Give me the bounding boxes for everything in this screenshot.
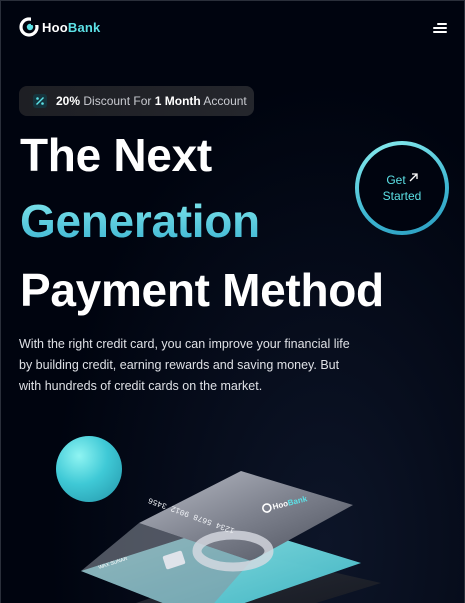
get-started-inner: Get Started [359,145,445,231]
credit-cards-illustration: 1234 5678 9012 3456 WAX SUNAR HooBank [81,471,381,603]
logo-text: HooBank [42,20,100,35]
discount-icon [33,94,47,108]
hoobank-logo-icon [19,17,39,37]
discount-duration: 1 Month [154,94,201,108]
discount-percent: 20% [56,94,81,108]
get-started-label-line2: Started [382,189,422,203]
hero-title-line1: The Next [20,129,212,181]
hamburger-menu-icon[interactable] [433,23,447,35]
discount-badge: 20% Discount For 1 Month Account [19,86,254,116]
arrow-up-right-icon [409,173,418,182]
discount-text-mid: Discount For [80,94,155,108]
hero-description: With the right credit card, you can impr… [19,337,350,393]
hero-title-line2: Generation [20,195,260,247]
logo[interactable]: HooBank [19,17,100,37]
logo-text-hoo: Hoo [42,19,68,35]
logo-text-bank: Bank [67,19,101,35]
get-started-button[interactable]: Get Started [355,141,449,235]
hero-title-line3: Payment Method [20,264,384,316]
get-started-label-line1: Get [386,172,406,187]
page-frame: HooBank 20% Discount For 1 Month Account… [0,0,465,603]
discount-text-end: Account [200,94,247,108]
